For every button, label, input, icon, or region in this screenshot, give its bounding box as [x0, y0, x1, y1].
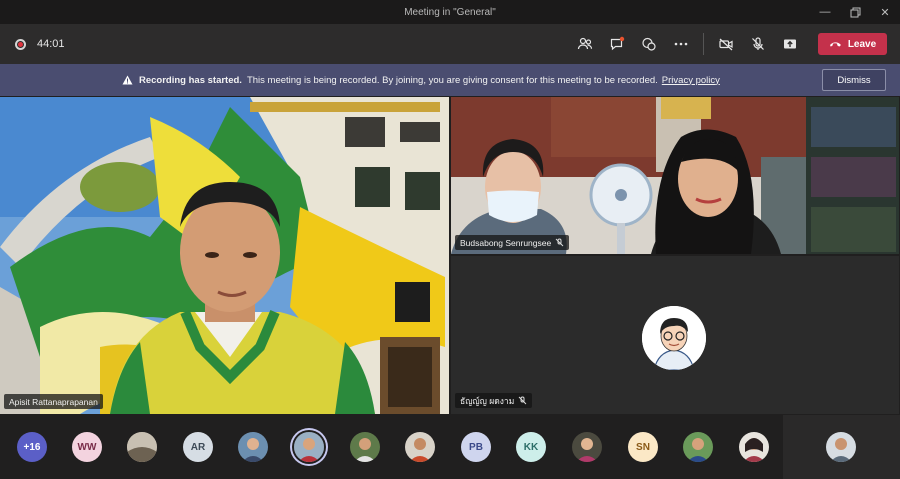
- window-controls: — ✕: [818, 0, 892, 24]
- video-tile-top-right[interactable]: Budsabong Senrungsee: [451, 97, 899, 254]
- participant-strip: +16 WW AR PB KK SN: [0, 415, 900, 479]
- share-tray-icon: [784, 39, 796, 49]
- video-tile-main[interactable]: Apisit Rattanaprapanan: [0, 97, 449, 414]
- participant-video-top-right: [451, 97, 899, 254]
- mic-toggle[interactable]: [742, 29, 774, 59]
- privacy-policy-link[interactable]: Privacy policy: [662, 75, 720, 86]
- title-bar: Meeting in "General" — ✕: [0, 0, 900, 24]
- minimize-icon[interactable]: —: [818, 5, 832, 19]
- dismiss-button[interactable]: Dismiss: [822, 69, 886, 91]
- more-icon: [674, 42, 688, 46]
- mic-off-icon: [518, 396, 527, 405]
- self-view-photo[interactable]: [826, 432, 856, 462]
- name-tag-main: Apisit Rattanaprapanan: [4, 394, 103, 409]
- participant-avatar: [642, 306, 706, 370]
- participant-photo[interactable]: [405, 432, 435, 462]
- participant-initials[interactable]: SN: [628, 432, 658, 462]
- participant-photo[interactable]: [572, 432, 602, 462]
- banner-text: This meeting is being recorded. By joini…: [246, 74, 658, 86]
- banner-message: Recording has started. This meeting is b…: [122, 64, 720, 96]
- share-button[interactable]: [774, 29, 806, 59]
- more-participants-badge[interactable]: +16: [17, 432, 47, 462]
- mic-off-icon: [555, 238, 564, 247]
- name-tag-bottom-right: ธัญญ์ญ ผดงาม: [455, 393, 533, 408]
- reactions-button[interactable]: [633, 29, 665, 59]
- recording-indicator-icon: [15, 38, 26, 50]
- participant-photo-image: [739, 432, 769, 462]
- participant-initials[interactable]: KK: [516, 432, 546, 462]
- warning-icon: [122, 75, 133, 85]
- meeting-toolbar: 44:01 Leave: [0, 24, 900, 64]
- people-icon: [577, 37, 593, 50]
- restore-icon[interactable]: [848, 5, 862, 19]
- name-tag-top-right: Budsabong Senrungsee: [455, 235, 570, 250]
- participant-photo-image: [683, 432, 713, 462]
- more-actions-button[interactable]: [665, 29, 697, 59]
- leave-button[interactable]: Leave: [818, 33, 887, 55]
- window-title: Meeting in "General": [404, 6, 496, 18]
- participant-photo[interactable]: [683, 432, 713, 462]
- meeting-timer: 44:01: [37, 38, 65, 50]
- participant-photo-image: [826, 432, 856, 462]
- name-tag-bottom-right-label: ธัญญ์ญ ผดงาม: [460, 395, 515, 406]
- video-tile-bottom-right[interactable]: ธัญญ์ญ ผดงาม: [451, 256, 899, 414]
- mic-off-icon: [752, 37, 764, 50]
- close-icon[interactable]: ✕: [878, 5, 892, 19]
- participant-photo-image: [405, 432, 435, 462]
- chat-icon: [610, 36, 625, 51]
- participant-photo[interactable]: [127, 432, 157, 462]
- participant-video-main: [0, 97, 449, 414]
- participant-photo-image: [127, 432, 157, 462]
- participant-initials[interactable]: AR: [183, 432, 213, 462]
- name-tag-top-right-label: Budsabong Senrungsee: [460, 237, 552, 248]
- participant-photo-active-speaker[interactable]: [294, 432, 324, 462]
- participant-initials[interactable]: PB: [461, 432, 491, 462]
- toolbar-divider: [703, 33, 704, 55]
- participant-photo-image: [238, 432, 268, 462]
- participant-photo[interactable]: [739, 432, 769, 462]
- recording-banner: Recording has started. This meeting is b…: [0, 64, 900, 96]
- participant-photo[interactable]: [350, 432, 380, 462]
- participants-button[interactable]: [569, 29, 601, 59]
- camera-off-icon: [719, 38, 733, 51]
- participant-photo-image: [350, 432, 380, 462]
- participant-photo-image: [294, 432, 324, 462]
- chat-button[interactable]: [601, 29, 633, 59]
- camera-toggle[interactable]: [710, 29, 742, 59]
- hang-up-icon: [829, 42, 841, 47]
- banner-title: Recording has started.: [139, 74, 242, 86]
- teams-meeting-window: Meeting in "General" — ✕ 44:01 Leave Rec…: [0, 0, 900, 479]
- leave-label: Leave: [847, 38, 877, 50]
- cartoon-avatar-icon: [642, 306, 706, 370]
- participant-photo-image: [572, 432, 602, 462]
- participant-photo[interactable]: [238, 432, 268, 462]
- reactions-icon: [642, 37, 656, 51]
- toolbar-actions: Leave: [569, 24, 887, 64]
- participant-initials[interactable]: WW: [72, 432, 102, 462]
